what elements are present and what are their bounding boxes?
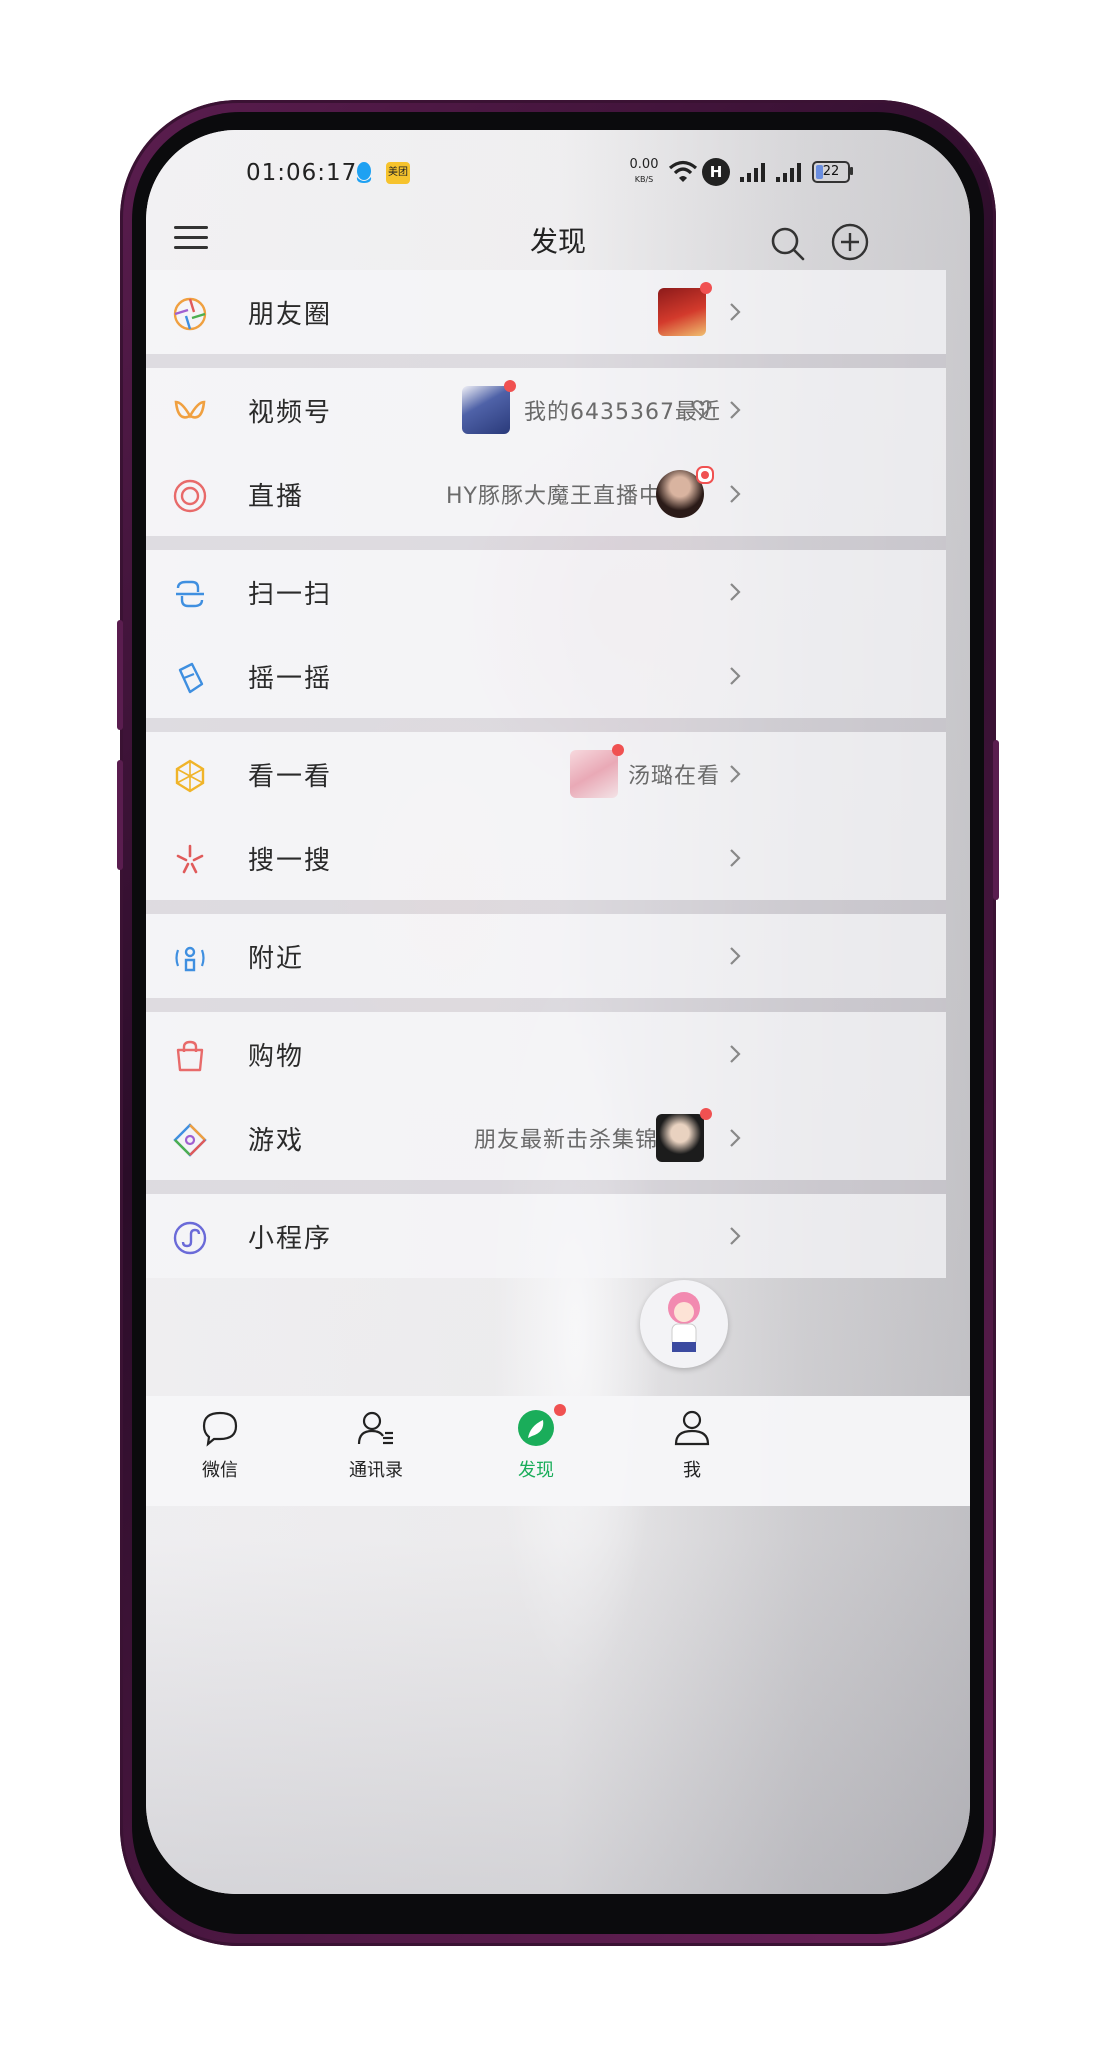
contacts-icon	[357, 1411, 393, 1445]
wifi-icon	[668, 160, 698, 182]
tab-label: 通讯录	[349, 1460, 403, 1481]
list-item-nearby[interactable]: 附近	[146, 914, 946, 998]
channels-icon	[174, 400, 206, 419]
unread-dot	[700, 282, 712, 294]
channels-thumbnail	[462, 386, 510, 434]
chevron-right-icon	[730, 303, 741, 321]
section-divider	[146, 1180, 946, 1194]
person-icon	[674, 1410, 710, 1446]
list-item-label: 搜一搜	[248, 846, 333, 876]
chevron-right-icon	[730, 401, 741, 419]
section-divider	[146, 900, 946, 914]
top-stories-icon	[175, 759, 205, 793]
list-item-search[interactable]: 搜一搜	[146, 816, 946, 900]
screen: 01:06:17 美团 0.00 KB/S H 22 发现 朋友圈 视频号 我的…	[146, 130, 970, 1894]
search-feature-icon	[176, 844, 204, 874]
list-item-live[interactable]: 直播 HY豚豚大魔王直播中	[146, 452, 946, 536]
unread-dot	[504, 380, 516, 392]
moments-icon	[173, 297, 207, 331]
games-thumbnail	[656, 1114, 704, 1162]
section-divider	[146, 354, 946, 368]
top-stories-thumbnail	[570, 750, 618, 798]
network-speed: 0.00 KB/S	[624, 158, 664, 186]
status-time: 01:06:17	[246, 160, 358, 186]
list-item-shopping[interactable]: 购物	[146, 1012, 946, 1096]
live-indicator-icon	[696, 466, 714, 484]
list-item-label: 视频号	[248, 398, 333, 428]
chevron-right-icon	[730, 485, 741, 503]
chevron-right-icon	[730, 765, 741, 783]
section-divider	[146, 998, 946, 1012]
meituan-icon: 美团	[386, 162, 410, 184]
list-item-label: 扫一扫	[248, 580, 333, 610]
list-item-label: 游戏	[248, 1126, 305, 1156]
games-subtitle: 朋友最新击杀集锦	[474, 1128, 659, 1153]
unread-dot	[554, 1404, 566, 1416]
chat-bubble-icon	[202, 1411, 238, 1447]
volume-down-button	[117, 760, 123, 870]
list-item-label: 小程序	[248, 1224, 333, 1254]
shake-icon	[178, 662, 204, 694]
qq-icon	[356, 162, 372, 183]
tab-me[interactable]: 我	[632, 1404, 752, 1490]
top-stories-subtitle: 汤璐在看	[628, 764, 721, 789]
heart-icon	[692, 400, 712, 418]
battery-tip	[850, 167, 853, 175]
search-icon[interactable]	[768, 224, 808, 264]
chevron-right-icon	[730, 1045, 741, 1063]
live-indicator-dot	[701, 471, 709, 479]
battery-level: 22	[822, 164, 840, 179]
chevron-right-icon	[730, 849, 741, 867]
nearby-icon	[175, 946, 205, 972]
live-subtitle: HY豚豚大魔王直播中	[446, 484, 662, 509]
list-item-moments[interactable]: 朋友圈	[146, 270, 946, 354]
tab-label: 微信	[202, 1460, 238, 1481]
live-icon	[173, 479, 207, 513]
list-item-games[interactable]: 游戏 朋友最新击杀集锦	[146, 1096, 946, 1180]
list-item-channels[interactable]: 视频号 我的6435367最近	[146, 368, 946, 452]
chevron-right-icon	[730, 667, 741, 685]
unread-dot	[700, 1108, 712, 1120]
shopping-icon	[176, 1040, 204, 1072]
network-speed-value: 0.00	[629, 157, 659, 172]
list-item-label: 附近	[248, 944, 305, 974]
moments-thumbnail	[658, 288, 706, 336]
add-icon[interactable]	[830, 222, 870, 262]
power-button	[993, 740, 999, 900]
tab-contacts[interactable]: 通讯录	[316, 1404, 436, 1490]
list-item-mini-programs[interactable]: 小程序	[146, 1194, 946, 1278]
volume-up-button	[117, 620, 123, 730]
anime-avatar-icon	[668, 1292, 700, 1352]
network-speed-unit: KB/S	[634, 175, 654, 184]
signal-icon-2	[776, 163, 801, 182]
list-item-label: 朋友圈	[248, 300, 333, 330]
battery-icon: 22	[812, 161, 850, 183]
list-item-label: 看一看	[248, 762, 333, 792]
section-divider	[146, 536, 946, 550]
list-item-label: 直播	[248, 482, 305, 512]
hd-icon: H	[702, 158, 730, 186]
tab-discover[interactable]: 发现	[476, 1404, 596, 1490]
tab-label: 发现	[518, 1460, 554, 1481]
floating-avatar[interactable]	[640, 1280, 728, 1368]
tab-label: 我	[683, 1460, 701, 1481]
list-item-label: 摇一摇	[248, 664, 333, 694]
bottom-tab-bar: 微信 通讯录 发现 我	[146, 1396, 970, 1506]
list-item-top-stories[interactable]: 看一看 汤璐在看	[146, 732, 946, 816]
games-icon	[173, 1123, 207, 1157]
chevron-right-icon	[730, 583, 741, 601]
chevron-right-icon	[730, 1227, 741, 1245]
list-item-scan[interactable]: 扫一扫	[146, 550, 946, 634]
chevron-right-icon	[730, 1129, 741, 1147]
list-item-shake[interactable]: 摇一摇	[146, 634, 946, 718]
mini-programs-icon	[173, 1221, 207, 1255]
signal-icon-1	[740, 163, 765, 182]
unread-dot	[612, 744, 624, 756]
chevron-right-icon	[730, 947, 741, 965]
compass-icon	[518, 1410, 554, 1446]
scan-icon	[176, 580, 204, 608]
list-item-label: 购物	[248, 1042, 305, 1072]
section-divider	[146, 718, 946, 732]
tab-chats[interactable]: 微信	[160, 1404, 280, 1490]
